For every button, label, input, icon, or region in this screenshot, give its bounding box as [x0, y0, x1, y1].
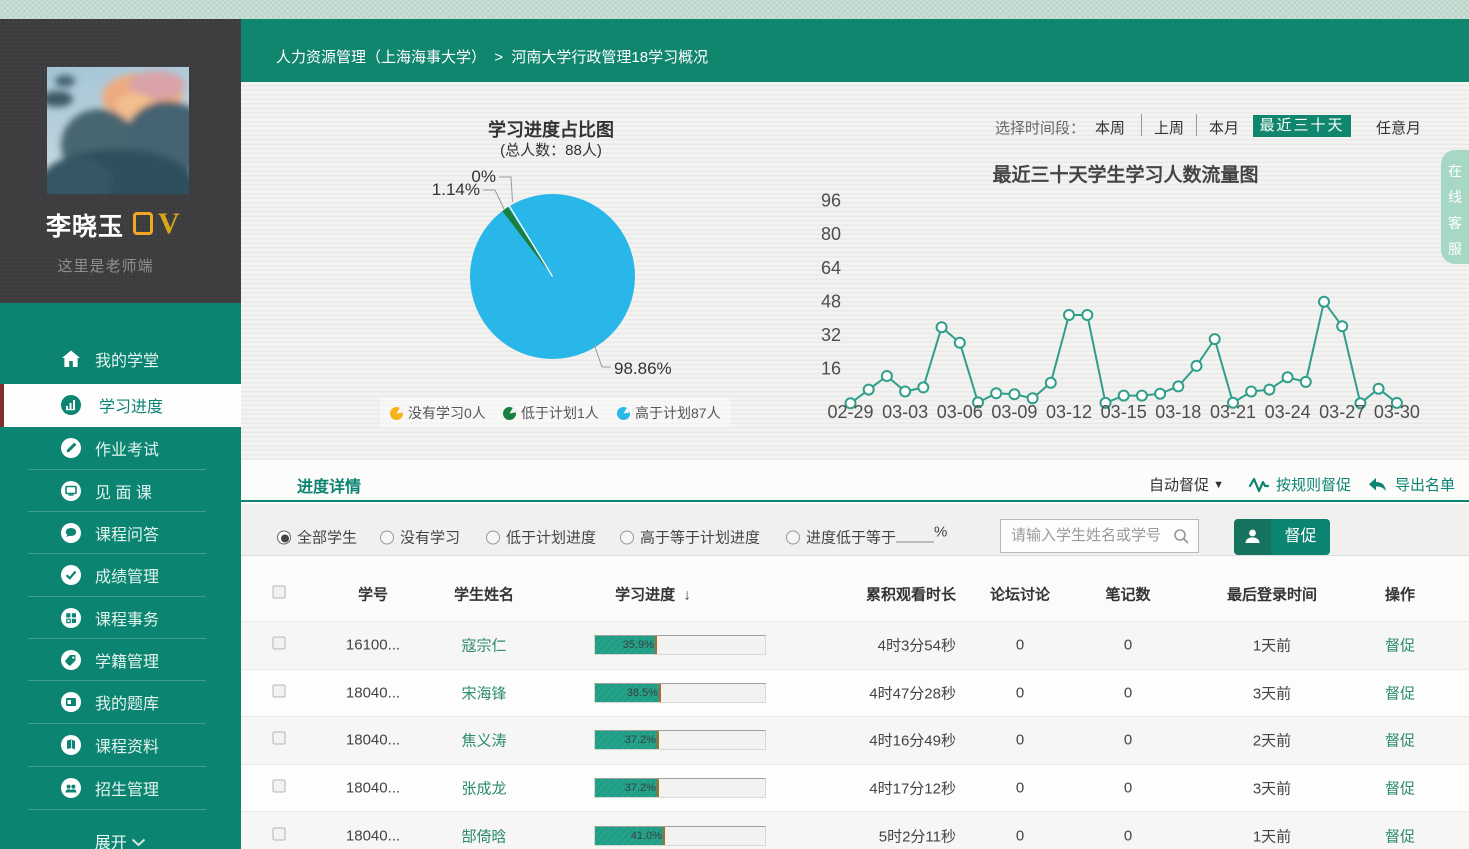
svg-text:03-03: 03-03 — [882, 402, 928, 422]
svg-text:03-12: 03-12 — [1046, 402, 1092, 422]
svg-text:96: 96 — [821, 191, 841, 211]
svg-text:03-09: 03-09 — [991, 402, 1037, 422]
svg-text:1.14%: 1.14% — [432, 180, 480, 199]
svg-text:16: 16 — [821, 359, 841, 379]
svg-text:03-21: 03-21 — [1210, 402, 1256, 422]
svg-text:03-18: 03-18 — [1155, 402, 1201, 422]
svg-text:03-06: 03-06 — [937, 402, 983, 422]
svg-text:80: 80 — [821, 224, 841, 244]
svg-text:32: 32 — [821, 325, 841, 345]
svg-text:03-27: 03-27 — [1319, 402, 1365, 422]
svg-text:64: 64 — [821, 258, 841, 278]
svg-text:02-29: 02-29 — [827, 402, 873, 422]
svg-text:48: 48 — [821, 291, 841, 311]
svg-text:03-15: 03-15 — [1101, 402, 1147, 422]
svg-text:03-24: 03-24 — [1265, 402, 1311, 422]
svg-text:98.86%: 98.86% — [614, 359, 672, 378]
svg-text:03-30: 03-30 — [1374, 402, 1420, 422]
